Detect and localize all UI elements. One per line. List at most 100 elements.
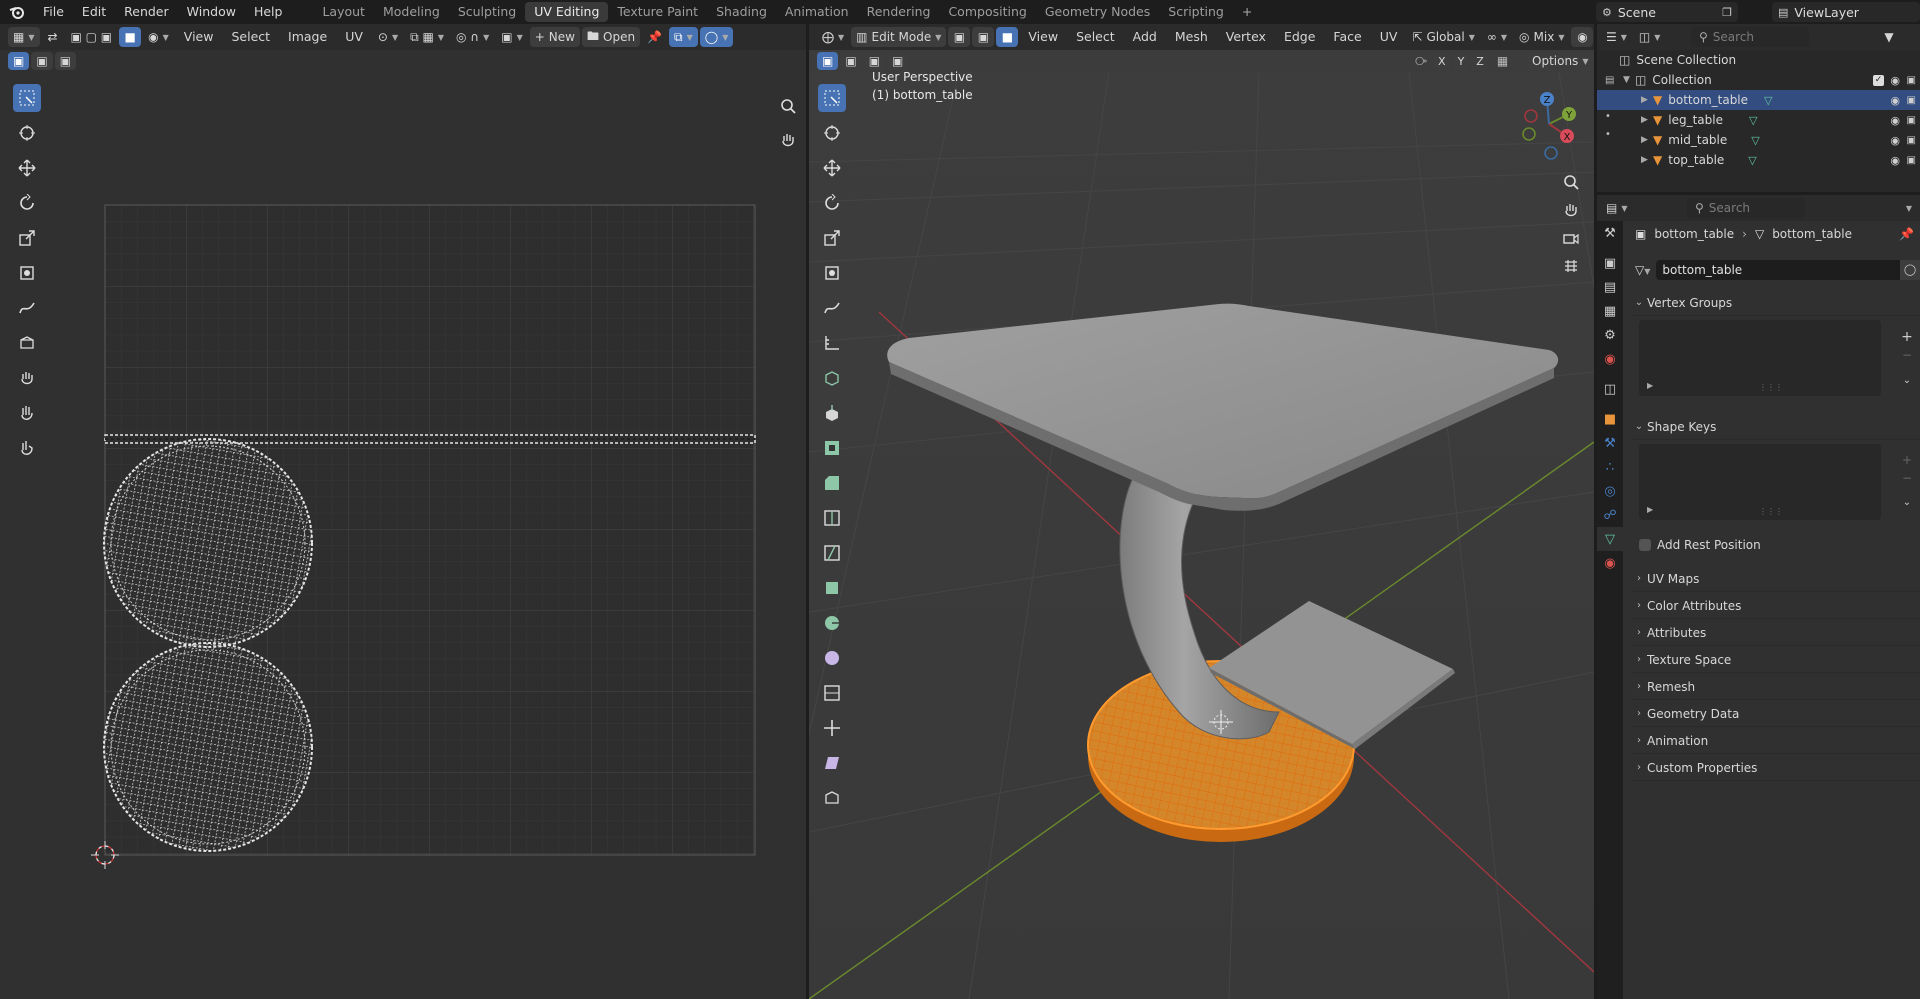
move-tool-icon[interactable] <box>13 154 41 182</box>
vertex-groups-panel-header[interactable]: ⌄ Vertex Groups <box>1631 290 1920 316</box>
ortho-toggle-icon[interactable] <box>1559 254 1583 278</box>
add-rest-position-row[interactable]: Add Rest Position <box>1639 538 1761 552</box>
vp-menu-vertex[interactable]: Vertex <box>1218 24 1274 50</box>
rotate-tool-icon[interactable] <box>13 189 41 217</box>
vp-cursor-icon[interactable] <box>818 119 846 147</box>
add-rest-position-checkbox[interactable] <box>1639 539 1651 551</box>
shape-key-menu-icon[interactable]: ⌄ <box>1897 497 1917 513</box>
vp-pan-icon[interactable] <box>1559 198 1583 222</box>
vp-measure-icon[interactable] <box>818 329 846 357</box>
extrude-region-icon[interactable] <box>818 399 846 427</box>
shape-key-add-button[interactable]: + <box>1897 453 1917 467</box>
vertex-group-add-button[interactable]: + <box>1897 328 1917 346</box>
grab-tool-icon[interactable] <box>13 364 41 392</box>
add-workspace-icon[interactable]: + <box>1233 2 1261 22</box>
vertex-group-remove-button[interactable]: − <box>1897 348 1917 362</box>
mirror-y-button[interactable]: Y <box>1452 52 1470 70</box>
list-expand-icon[interactable]: ▶ <box>1647 381 1653 390</box>
transform-orientation-selector[interactable]: ⇱ Global ▼ <box>1407 27 1480 47</box>
mirror-z-button[interactable]: Z <box>1471 52 1489 70</box>
loop-cut-icon[interactable] <box>818 504 846 532</box>
pin-icon[interactable]: 📌 <box>1899 227 1914 241</box>
relax-tool-icon[interactable] <box>13 399 41 427</box>
tab-sculpting[interactable]: Sculpting <box>449 2 525 22</box>
vp-rotate-icon[interactable] <box>818 189 846 217</box>
outliner-object-row[interactable]: ▶ ▼ bottom_table ▽ ◉ ▣ <box>1597 90 1920 110</box>
menu-render[interactable]: Render <box>115 0 178 24</box>
annotate-tool-icon[interactable] <box>13 294 41 322</box>
vp-menu-view[interactable]: View <box>1020 24 1066 50</box>
cursor-tool-icon[interactable] <box>13 119 41 147</box>
knife-icon[interactable] <box>818 539 846 567</box>
scale-tool-icon[interactable] <box>13 224 41 252</box>
navigation-gizmo[interactable]: Y Z X <box>1509 84 1589 164</box>
expand-arrow-icon[interactable]: ▶ <box>1641 155 1653 165</box>
tab-layout[interactable]: Layout <box>313 2 374 22</box>
camera-icon[interactable]: ▣ <box>1907 75 1916 86</box>
object-tab-icon[interactable]: ■ <box>1597 407 1623 431</box>
expand-arrow-icon[interactable]: ▶ <box>1641 115 1653 125</box>
viewport-scene[interactable] <box>809 72 1594 999</box>
mirror-x-button[interactable]: X <box>1433 52 1451 70</box>
constraints-tab-icon[interactable]: ☍ <box>1597 503 1623 527</box>
shape-keys-panel-header[interactable]: ⌄ Shape Keys <box>1631 414 1920 440</box>
vp-transform-icon[interactable] <box>818 259 846 287</box>
select-mode-icons[interactable]: ▣ ▢ ▣ <box>66 27 118 47</box>
uv-menu-select[interactable]: Select <box>223 24 278 50</box>
editor-type-button[interactable]: ▦ ▼ <box>8 27 40 47</box>
eye-icon[interactable]: ◉ <box>1890 94 1900 107</box>
tab-modeling[interactable]: Modeling <box>374 2 449 22</box>
spin-icon[interactable] <box>818 609 846 637</box>
vp-menu-face[interactable]: Face <box>1325 24 1369 50</box>
mesh-data-browse-icon[interactable]: ▽▼ <box>1635 263 1650 277</box>
particles-tab-icon[interactable]: ∴ <box>1597 455 1623 479</box>
menu-window[interactable]: Window <box>178 0 245 24</box>
rip-tool-icon[interactable] <box>13 329 41 357</box>
outliner-object-row[interactable]: ▶ ▼ mid_table ▽ ◉ ▣ <box>1597 130 1920 150</box>
output-tab-icon[interactable]: ▤ <box>1597 275 1623 299</box>
camera-icon[interactable]: ▣ <box>1907 135 1916 146</box>
expand-arrow-icon[interactable]: ▼ <box>1623 75 1635 85</box>
outliner-object-row[interactable]: ▶ ▼ top_table ▽ ◉ ▣ <box>1597 150 1920 170</box>
overlay-toggle-icon[interactable]: ◯ ▼ <box>699 27 734 47</box>
copy-scene-icon[interactable]: ❐ <box>1722 6 1732 19</box>
uv-menu-uv[interactable]: UV <box>337 24 371 50</box>
tab-geometry-nodes[interactable]: Geometry Nodes <box>1036 2 1159 22</box>
pinch-tool-icon[interactable] <box>13 434 41 462</box>
view-layer-selector[interactable]: ▤ ViewLayer <box>1772 2 1920 22</box>
gizmo-toggle-icon[interactable]: ⧉ ▼ <box>669 27 698 47</box>
vp-select-new-icon[interactable]: ▣ <box>817 52 839 70</box>
proportional-toggle-icon[interactable]: ◉ <box>1571 27 1594 47</box>
vp-select-box-icon[interactable] <box>818 84 846 112</box>
snap-icon[interactable]: ⧉ ▦ ▼ <box>405 27 449 47</box>
remesh-panel-header[interactable]: › Remesh <box>1631 674 1920 700</box>
transform-tool-icon[interactable] <box>13 259 41 287</box>
outliner-object-row[interactable]: ▶ ▼ leg_table ▽ ◉ ▣ <box>1597 110 1920 130</box>
data-tab-icon[interactable]: ▽ <box>1597 527 1623 551</box>
mode-selector[interactable]: ▥ Edit Mode ▼ <box>851 27 947 47</box>
uv-menu-image[interactable]: Image <box>280 24 335 50</box>
vp-annotate-icon[interactable] <box>818 294 846 322</box>
outliner-editor-type-icon[interactable]: ☰ ▼ <box>1601 27 1632 47</box>
list-expand-icon[interactable]: ▶ <box>1647 505 1653 514</box>
tab-texture-paint[interactable]: Texture Paint <box>608 2 707 22</box>
texture-space-panel-header[interactable]: › Texture Space <box>1631 647 1920 673</box>
pivot-icon[interactable]: ⊙ ▼ <box>373 27 403 47</box>
camera-icon[interactable]: ▣ <box>1907 115 1916 126</box>
edge-select-icon[interactable]: ▣ <box>972 27 995 47</box>
uv-canvas[interactable] <box>0 50 806 999</box>
modifiers-tab-icon[interactable]: ⚒ <box>1597 431 1623 455</box>
properties-editor-type-icon[interactable]: ▤ ▼ <box>1601 198 1633 218</box>
vp-scale-icon[interactable] <box>818 224 846 252</box>
zoom-icon[interactable] <box>776 94 800 118</box>
image-browse-icon[interactable]: ▣ ▼ <box>496 27 528 47</box>
vertex-group-menu-icon[interactable]: ⌄ <box>1897 375 1917 391</box>
sticky-selection-icon[interactable]: ◉ ▼ <box>143 27 174 47</box>
bevel-icon[interactable] <box>818 469 846 497</box>
uv-menu-view[interactable]: View <box>176 24 222 50</box>
physics-tab-icon[interactable]: ◎ <box>1597 479 1623 503</box>
vp-move-icon[interactable] <box>818 154 846 182</box>
rip-region-icon[interactable] <box>818 784 846 812</box>
face-select-icon[interactable]: ■ <box>996 27 1019 47</box>
vp-menu-add[interactable]: Add <box>1125 24 1165 50</box>
